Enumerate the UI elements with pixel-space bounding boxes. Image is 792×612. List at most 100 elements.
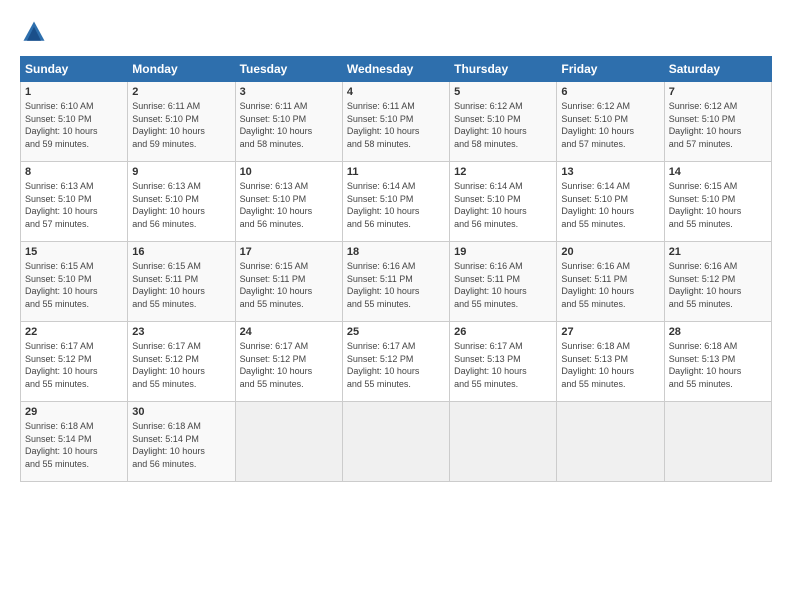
calendar-cell: 29Sunrise: 6:18 AM Sunset: 5:14 PM Dayli… xyxy=(21,402,128,482)
day-number: 8 xyxy=(25,166,123,178)
day-number: 10 xyxy=(240,166,338,178)
day-number: 25 xyxy=(347,326,445,338)
header-thursday: Thursday xyxy=(450,57,557,82)
calendar-cell: 13Sunrise: 6:14 AM Sunset: 5:10 PM Dayli… xyxy=(557,162,664,242)
day-info: Sunrise: 6:18 AM Sunset: 5:14 PM Dayligh… xyxy=(25,420,123,470)
day-info: Sunrise: 6:18 AM Sunset: 5:13 PM Dayligh… xyxy=(561,340,659,390)
day-info: Sunrise: 6:14 AM Sunset: 5:10 PM Dayligh… xyxy=(454,180,552,230)
calendar-cell: 30Sunrise: 6:18 AM Sunset: 5:14 PM Dayli… xyxy=(128,402,235,482)
day-info: Sunrise: 6:16 AM Sunset: 5:11 PM Dayligh… xyxy=(347,260,445,310)
day-info: Sunrise: 6:15 AM Sunset: 5:11 PM Dayligh… xyxy=(240,260,338,310)
day-number: 11 xyxy=(347,166,445,178)
page-header xyxy=(20,18,772,46)
day-number: 20 xyxy=(561,246,659,258)
day-info: Sunrise: 6:11 AM Sunset: 5:10 PM Dayligh… xyxy=(132,100,230,150)
calendar-cell: 16 Sunrise: 6:15 AM Sunset: 5:11 PM Dayli… xyxy=(128,242,235,322)
calendar-cell: 4 Sunrise: 6:11 AM Sunset: 5:10 PM Daylig… xyxy=(342,82,449,162)
day-number: 9 xyxy=(132,166,230,178)
day-number: 4 xyxy=(347,86,445,98)
day-info: Sunrise: 6:11 AM Sunset: 5:10 PM Dayligh… xyxy=(240,100,338,150)
day-number: 1 xyxy=(25,86,123,98)
header-tuesday: Tuesday xyxy=(235,57,342,82)
day-number: 6 xyxy=(561,86,659,98)
day-info: Sunrise: 6:17 AM Sunset: 5:12 PM Dayligh… xyxy=(347,340,445,390)
day-number: 27 xyxy=(561,326,659,338)
day-info: Sunrise: 6:13 AM Sunset: 5:10 PM Dayligh… xyxy=(240,180,338,230)
day-info: Sunrise: 6:12 AM Sunset: 5:10 PM Dayligh… xyxy=(669,100,767,150)
day-number: 2 xyxy=(132,86,230,98)
day-number: 16 xyxy=(132,246,230,258)
day-number: 19 xyxy=(454,246,552,258)
day-number: 30 xyxy=(132,406,230,418)
calendar-cell: 9Sunrise: 6:13 AM Sunset: 5:10 PM Daylig… xyxy=(128,162,235,242)
day-number: 21 xyxy=(669,246,767,258)
day-number: 28 xyxy=(669,326,767,338)
calendar-cell: 22 Sunrise: 6:17 AM Sunset: 5:12 PM Dayli… xyxy=(21,322,128,402)
calendar-cell: 5 Sunrise: 6:12 AM Sunset: 5:10 PM Daylig… xyxy=(450,82,557,162)
header-row: SundayMondayTuesdayWednesdayThursdayFrid… xyxy=(21,57,772,82)
calendar-cell xyxy=(664,402,771,482)
day-number: 23 xyxy=(132,326,230,338)
day-info: Sunrise: 6:18 AM Sunset: 5:13 PM Dayligh… xyxy=(669,340,767,390)
calendar-cell: 17 Sunrise: 6:15 AM Sunset: 5:11 PM Dayli… xyxy=(235,242,342,322)
calendar-cell: 24 Sunrise: 6:17 AM Sunset: 5:12 PM Dayli… xyxy=(235,322,342,402)
day-number: 5 xyxy=(454,86,552,98)
calendar-row-4: 22 Sunrise: 6:17 AM Sunset: 5:12 PM Dayli… xyxy=(21,322,772,402)
calendar-row-5: 29Sunrise: 6:18 AM Sunset: 5:14 PM Dayli… xyxy=(21,402,772,482)
calendar-cell: 7 Sunrise: 6:12 AM Sunset: 5:10 PM Daylig… xyxy=(664,82,771,162)
calendar-cell: 8Sunrise: 6:13 AM Sunset: 5:10 PM Daylig… xyxy=(21,162,128,242)
day-info: Sunrise: 6:16 AM Sunset: 5:11 PM Dayligh… xyxy=(561,260,659,310)
header-monday: Monday xyxy=(128,57,235,82)
day-number: 26 xyxy=(454,326,552,338)
calendar-cell xyxy=(557,402,664,482)
calendar-cell: 18 Sunrise: 6:16 AM Sunset: 5:11 PM Dayli… xyxy=(342,242,449,322)
calendar-cell: 21 Sunrise: 6:16 AM Sunset: 5:12 PM Dayli… xyxy=(664,242,771,322)
calendar-cell: 3 Sunrise: 6:11 AM Sunset: 5:10 PM Daylig… xyxy=(235,82,342,162)
day-info: Sunrise: 6:15 AM Sunset: 5:11 PM Dayligh… xyxy=(132,260,230,310)
calendar-cell: 14 Sunrise: 6:15 AM Sunset: 5:10 PM Dayli… xyxy=(664,162,771,242)
calendar-cell: 15 Sunrise: 6:15 AM Sunset: 5:10 PM Dayli… xyxy=(21,242,128,322)
calendar-cell: 10 Sunrise: 6:13 AM Sunset: 5:10 PM Dayli… xyxy=(235,162,342,242)
day-info: Sunrise: 6:10 AM Sunset: 5:10 PM Dayligh… xyxy=(25,100,123,150)
day-info: Sunrise: 6:11 AM Sunset: 5:10 PM Dayligh… xyxy=(347,100,445,150)
calendar-cell xyxy=(342,402,449,482)
calendar-cell: 20 Sunrise: 6:16 AM Sunset: 5:11 PM Dayli… xyxy=(557,242,664,322)
logo-icon xyxy=(20,18,48,46)
day-info: Sunrise: 6:17 AM Sunset: 5:13 PM Dayligh… xyxy=(454,340,552,390)
calendar-row-1: 1 Sunrise: 6:10 AM Sunset: 5:10 PM Daylig… xyxy=(21,82,772,162)
day-info: Sunrise: 6:12 AM Sunset: 5:10 PM Dayligh… xyxy=(561,100,659,150)
day-number: 7 xyxy=(669,86,767,98)
logo xyxy=(20,18,52,46)
day-info: Sunrise: 6:17 AM Sunset: 5:12 PM Dayligh… xyxy=(240,340,338,390)
day-info: Sunrise: 6:17 AM Sunset: 5:12 PM Dayligh… xyxy=(25,340,123,390)
calendar-cell: 2 Sunrise: 6:11 AM Sunset: 5:10 PM Daylig… xyxy=(128,82,235,162)
day-info: Sunrise: 6:16 AM Sunset: 5:11 PM Dayligh… xyxy=(454,260,552,310)
calendar-cell: 12Sunrise: 6:14 AM Sunset: 5:10 PM Dayli… xyxy=(450,162,557,242)
day-number: 18 xyxy=(347,246,445,258)
day-info: Sunrise: 6:16 AM Sunset: 5:12 PM Dayligh… xyxy=(669,260,767,310)
calendar-cell: 25 Sunrise: 6:17 AM Sunset: 5:12 PM Dayli… xyxy=(342,322,449,402)
day-info: Sunrise: 6:14 AM Sunset: 5:10 PM Dayligh… xyxy=(347,180,445,230)
day-number: 15 xyxy=(25,246,123,258)
calendar-cell: 27 Sunrise: 6:18 AM Sunset: 5:13 PM Dayli… xyxy=(557,322,664,402)
calendar-cell: 11 Sunrise: 6:14 AM Sunset: 5:10 PM Dayli… xyxy=(342,162,449,242)
calendar-cell xyxy=(235,402,342,482)
day-info: Sunrise: 6:12 AM Sunset: 5:10 PM Dayligh… xyxy=(454,100,552,150)
calendar-cell: 23 Sunrise: 6:17 AM Sunset: 5:12 PM Dayli… xyxy=(128,322,235,402)
calendar-row-2: 8 Sunrise: 6:13 AM Sunset: 5:10 PM Daylig… xyxy=(21,162,772,242)
day-number: 24 xyxy=(240,326,338,338)
day-number: 17 xyxy=(240,246,338,258)
day-number: 14 xyxy=(669,166,767,178)
header-sunday: Sunday xyxy=(21,57,128,82)
calendar-cell: 26 Sunrise: 6:17 AM Sunset: 5:13 PM Dayli… xyxy=(450,322,557,402)
calendar-cell: 28 Sunrise: 6:18 AM Sunset: 5:13 PM Dayli… xyxy=(664,322,771,402)
header-wednesday: Wednesday xyxy=(342,57,449,82)
day-info: Sunrise: 6:15 AM Sunset: 5:10 PM Dayligh… xyxy=(25,260,123,310)
day-number: 22 xyxy=(25,326,123,338)
day-number: 3 xyxy=(240,86,338,98)
day-info: Sunrise: 6:15 AM Sunset: 5:10 PM Dayligh… xyxy=(669,180,767,230)
calendar-cell xyxy=(450,402,557,482)
day-info: Sunrise: 6:17 AM Sunset: 5:12 PM Dayligh… xyxy=(132,340,230,390)
calendar-cell: 6 Sunrise: 6:12 AM Sunset: 5:10 PM Daylig… xyxy=(557,82,664,162)
header-friday: Friday xyxy=(557,57,664,82)
